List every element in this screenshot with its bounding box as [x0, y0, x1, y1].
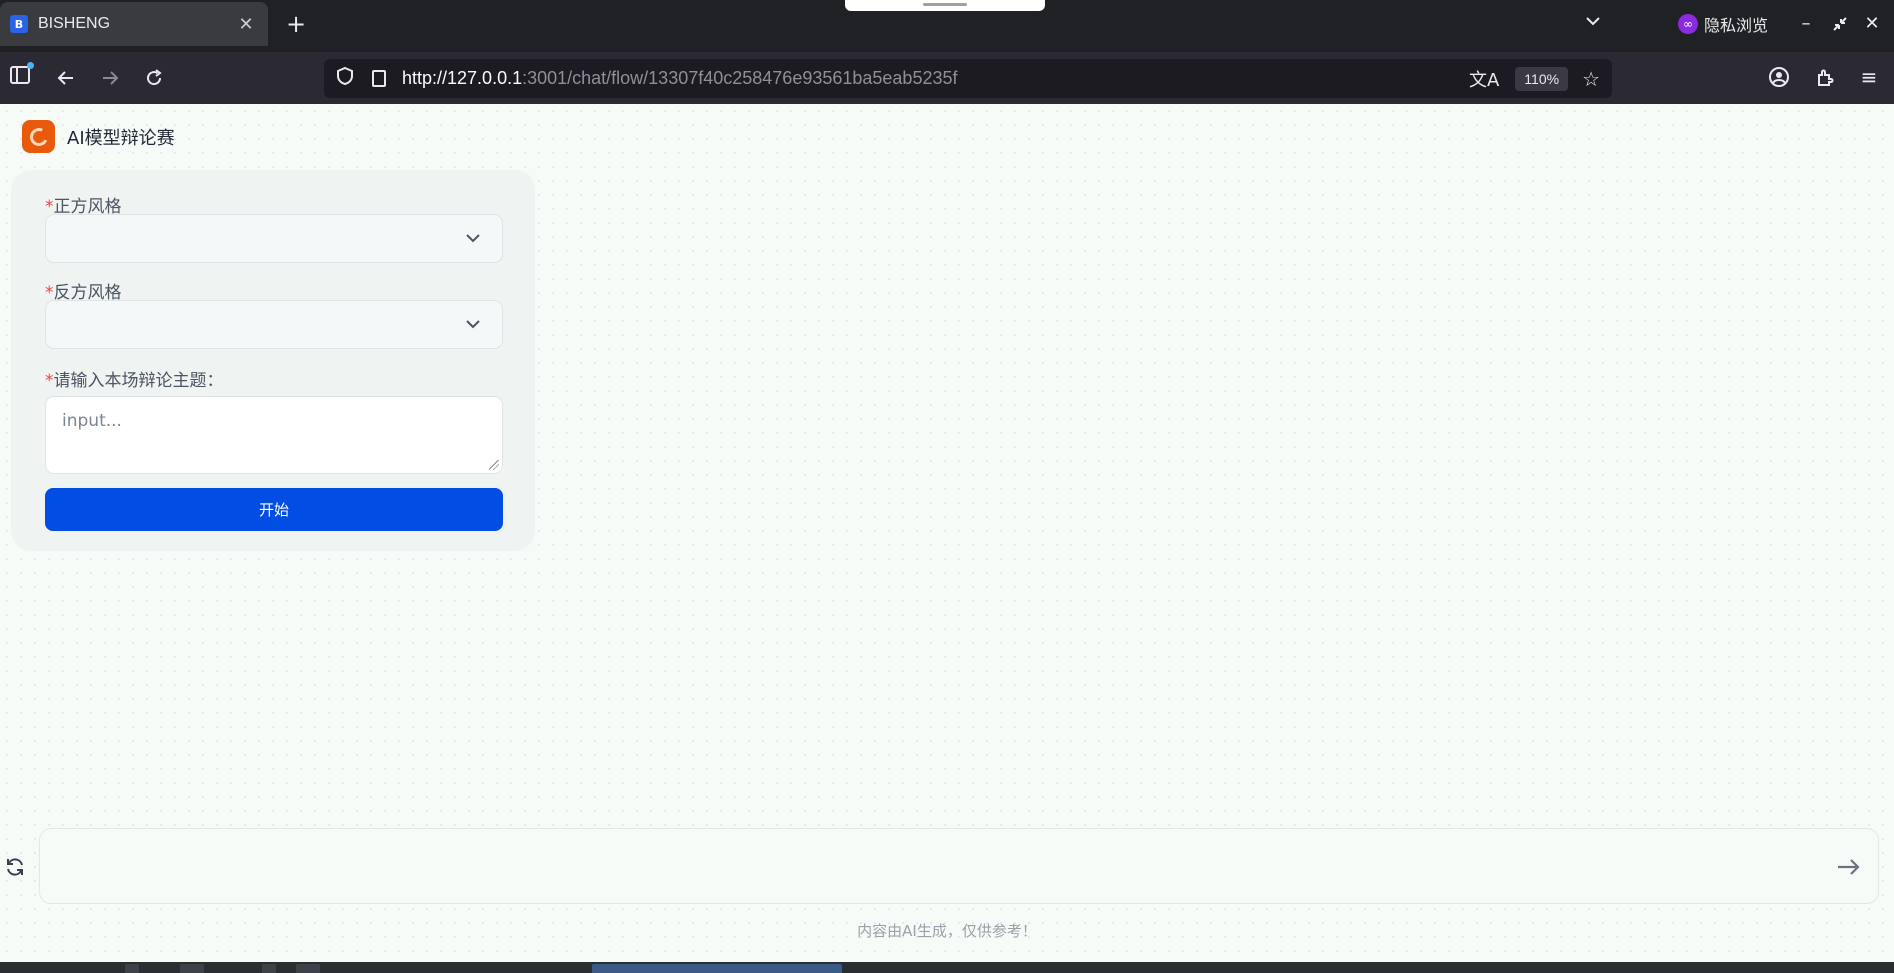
app-header: AI模型辩论赛 — [22, 120, 175, 153]
debate-setup-form: *正方风格 *反方风格 *请输入本场辩论主题： 开始 — [11, 170, 535, 551]
page-info-icon[interactable] — [372, 70, 386, 87]
chevron-down-icon — [466, 320, 480, 329]
restore-window-icon[interactable] — [1828, 10, 1852, 38]
debate-topic-text: 请输入本场辩论主题： — [53, 371, 224, 391]
taskbar-item[interactable] — [262, 964, 276, 973]
refresh-icon[interactable] — [4, 856, 26, 878]
shield-icon[interactable] — [336, 66, 356, 91]
private-browsing-indicator: ∞ 隐私浏览 — [1678, 12, 1768, 36]
app-logo-icon — [22, 120, 55, 153]
negative-style-select[interactable] — [45, 300, 503, 349]
chat-workspace: AI模型辩论赛 *正方风格 *反方风格 *请输入本场辩论主题： 开始 — [0, 104, 1894, 962]
required-mark: * — [45, 371, 54, 391]
start-button[interactable]: 开始 — [45, 488, 503, 531]
sidebar-toggle-icon[interactable] — [10, 62, 34, 84]
url-text[interactable]: http://127.0.0.1:3001/chat/flow/13307f40… — [402, 68, 958, 89]
debate-topic-label: *请输入本场辩论主题： — [45, 366, 224, 391]
url-path: :3001/chat/flow/13307f40c258476e93561ba5… — [522, 68, 958, 88]
taskbar-item[interactable] — [296, 964, 320, 973]
bisheng-favicon-icon: B — [10, 15, 28, 33]
browser-tab-bar: B BISHENG ✕ + ∞ 隐私浏览 – ✕ — [0, 0, 1894, 52]
debate-topic-input[interactable] — [46, 397, 502, 473]
os-taskbar — [0, 962, 1894, 973]
browser-tab[interactable]: B BISHENG ✕ — [0, 2, 268, 46]
address-bar[interactable]: http://127.0.0.1:3001/chat/flow/13307f40… — [324, 59, 1612, 98]
zoom-level-badge[interactable]: 110% — [1515, 66, 1569, 91]
affirmative-style-select[interactable] — [45, 214, 503, 263]
back-arrow-icon[interactable] — [52, 64, 80, 92]
address-bar-actions: 文A 110% ☆ — [1469, 66, 1612, 92]
star-icon[interactable]: ☆ — [1582, 67, 1600, 91]
tab-close-icon[interactable]: ✕ — [234, 14, 258, 35]
new-tab-button[interactable]: + — [282, 10, 310, 38]
chevron-down-icon — [466, 234, 480, 243]
reload-icon[interactable] — [140, 64, 168, 92]
taskbar-active-window[interactable] — [592, 964, 842, 973]
forward-arrow-icon[interactable] — [96, 64, 124, 92]
account-icon[interactable] — [1766, 64, 1792, 90]
private-browsing-label: 隐私浏览 — [1704, 16, 1769, 35]
taskbar-item[interactable] — [180, 964, 204, 973]
hamburger-menu-icon[interactable]: ≡ — [1856, 64, 1882, 90]
chat-input[interactable] — [40, 829, 1878, 903]
send-arrow-icon[interactable] — [1836, 855, 1862, 879]
private-mask-icon: ∞ — [1678, 14, 1698, 34]
tab-list-chevron-icon[interactable] — [1584, 12, 1602, 35]
minimize-window-icon[interactable]: – — [1794, 10, 1818, 38]
ai-disclaimer: 内容由AI生成，仅供参考！ — [857, 922, 1037, 940]
tab-title: BISHENG — [38, 15, 111, 32]
taskbar-item[interactable] — [125, 964, 139, 973]
resize-handle[interactable] — [489, 460, 499, 470]
extensions-icon[interactable] — [1812, 64, 1838, 90]
url-host: http://127.0.0.1 — [402, 68, 523, 88]
window-drag-handle[interactable] — [845, 0, 1045, 11]
translate-icon[interactable]: 文A — [1469, 66, 1499, 92]
app-title: AI模型辩论赛 — [67, 127, 175, 149]
chat-input-container — [39, 828, 1879, 904]
close-window-icon[interactable]: ✕ — [1860, 10, 1884, 38]
debate-topic-field — [45, 396, 503, 474]
